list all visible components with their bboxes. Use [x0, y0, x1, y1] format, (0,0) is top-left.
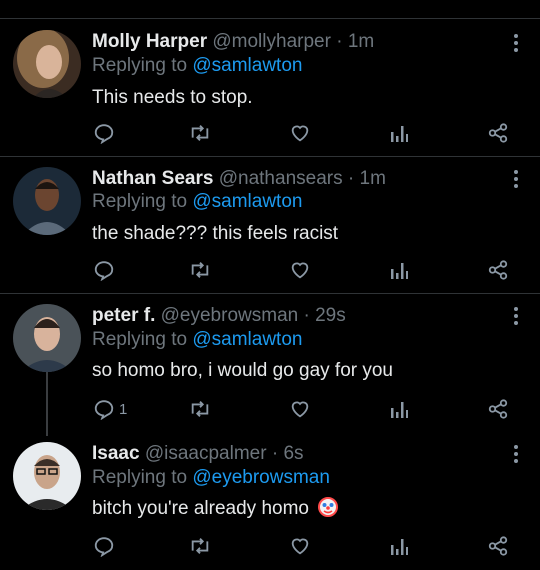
more-options-icon[interactable]	[514, 307, 518, 328]
author-name[interactable]: Molly Harper	[92, 31, 207, 52]
share-icon[interactable]	[487, 122, 509, 144]
reply-icon[interactable]	[93, 259, 119, 281]
replying-label: Replying to	[92, 191, 188, 212]
more-options-icon[interactable]	[514, 170, 518, 191]
retweet-icon[interactable]	[188, 122, 212, 144]
replying-label: Replying to	[92, 329, 188, 350]
author-name[interactable]: Isaac	[92, 443, 140, 464]
timestamp[interactable]: 1m	[360, 168, 386, 189]
tweet-peter[interactable]: peter f. @eyebrowsman · 29s Replying to …	[0, 294, 540, 436]
retweet-icon[interactable]	[188, 535, 212, 557]
author-handle[interactable]: @mollyharper	[212, 31, 331, 52]
heart-icon[interactable]	[289, 535, 311, 557]
author-handle[interactable]: @nathansears	[219, 168, 343, 189]
replying-to-link[interactable]: @samlawton	[192, 329, 302, 350]
tweet-isaac[interactable]: Isaac @isaacpalmer · 6s Replying to @eye…	[0, 436, 540, 570]
share-icon[interactable]	[487, 535, 509, 557]
heart-icon[interactable]	[289, 122, 311, 144]
avatar[interactable]	[13, 304, 81, 372]
replying-to-link[interactable]: @samlawton	[192, 191, 302, 212]
tweet-nathan[interactable]: Nathan Sears @nathansears · 1m Replying …	[0, 157, 540, 293]
analytics-icon[interactable]	[389, 398, 409, 420]
separator: ·	[347, 168, 355, 189]
avatar[interactable]	[13, 442, 81, 510]
replying-to-link[interactable]: @samlawton	[192, 55, 302, 76]
separator: ·	[303, 305, 310, 326]
analytics-icon[interactable]	[389, 122, 409, 144]
more-options-icon[interactable]	[514, 445, 518, 466]
analytics-icon[interactable]	[389, 259, 409, 281]
author-handle[interactable]: @isaacpalmer	[145, 443, 267, 464]
timestamp[interactable]: 29s	[315, 305, 346, 326]
share-icon[interactable]	[487, 398, 509, 420]
tweet-molly[interactable]: Molly Harper @mollyharper · 1m Replying …	[0, 0, 540, 156]
replying-to-link[interactable]: @eyebrowsman	[192, 467, 330, 488]
replying-label: Replying to	[92, 55, 188, 76]
reply-icon[interactable]	[93, 122, 119, 144]
reply-icon[interactable]	[93, 535, 119, 557]
retweet-icon[interactable]	[188, 259, 212, 281]
heart-icon[interactable]	[289, 398, 311, 420]
reply-count: 1	[119, 400, 128, 418]
retweet-icon[interactable]	[188, 398, 212, 420]
tweet-text: the shade??? this feels racist	[92, 223, 339, 244]
author-handle[interactable]: @eyebrowsman	[161, 305, 299, 326]
heart-icon[interactable]	[289, 259, 311, 281]
tweet-text: bitch you're already homo	[92, 498, 309, 519]
tweet-text: This needs to stop.	[92, 87, 253, 108]
more-options-icon[interactable]	[514, 34, 518, 55]
avatar[interactable]	[13, 167, 81, 235]
separator: ·	[336, 31, 343, 52]
author-name[interactable]: peter f.	[92, 305, 155, 326]
timestamp[interactable]: 6s	[283, 443, 303, 464]
avatar[interactable]	[13, 30, 81, 98]
replying-label: Replying to	[92, 467, 188, 488]
timestamp[interactable]: 1m	[348, 31, 374, 52]
share-icon[interactable]	[487, 259, 509, 281]
tweet-text: so homo bro, i would go gay for you	[92, 360, 394, 381]
author-name[interactable]: Nathan Sears	[92, 168, 213, 189]
reply-icon[interactable]: 1	[93, 398, 127, 420]
clown-emoji	[318, 497, 339, 517]
analytics-icon[interactable]	[389, 535, 409, 557]
separator: ·	[271, 443, 279, 464]
